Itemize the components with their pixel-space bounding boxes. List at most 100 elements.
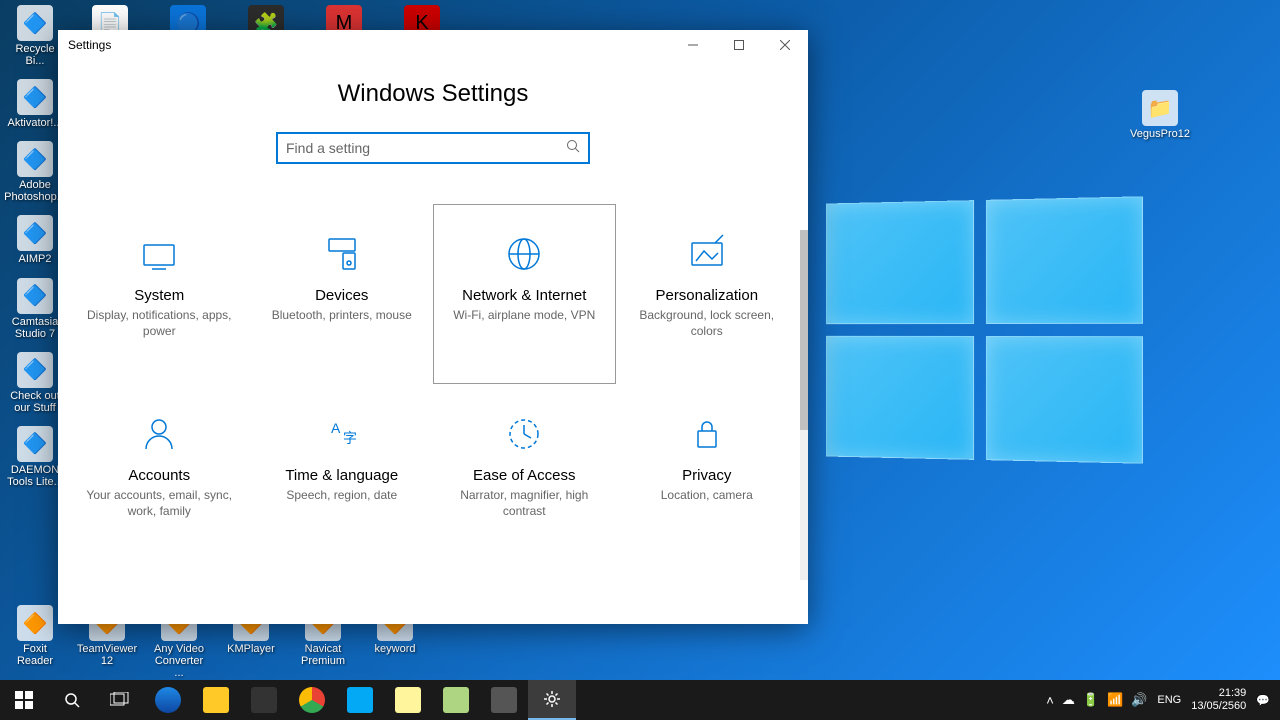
search-taskbar-button[interactable] [48,680,96,720]
desktop-icon[interactable]: 🔶Foxit Reader [5,605,65,679]
scroll-thumb[interactable] [800,230,808,430]
scrollbar[interactable] [800,230,808,580]
tile-title: Accounts [128,467,190,484]
svg-text:字: 字 [343,430,357,446]
volume-icon[interactable]: 🔊 [1131,692,1147,708]
maximize-button[interactable] [716,30,762,60]
desktop-icon-label: TeamViewer 12 [77,643,137,667]
settings-tile-devices[interactable]: Devices Bluetooth, printers, mouse [251,204,434,384]
minimize-button[interactable] [670,30,716,60]
notifications-icon[interactable]: 💬 [1256,694,1270,707]
ease-of-access-icon [503,413,545,455]
tray-icons[interactable]: ˄ ☁ 🔋 📶 🔊 [1046,692,1147,708]
tile-desc: Speech, region, date [286,488,397,504]
language-icon: A字 [321,413,363,455]
taskbar-app[interactable] [384,680,432,720]
tile-desc: Your accounts, email, sync, work, family [81,488,238,519]
tile-title: Network & Internet [462,287,586,304]
person-icon [138,413,180,455]
desktop-icon[interactable]: 🔷 AIMP2 [5,215,65,265]
desktop-icon-label: Aktivator!... [7,117,62,129]
desktop-icon-label: Navicat Premium [293,643,353,667]
desktop-icon-label: DAEMON Tools Lite... [5,464,65,488]
desktop-icon-veguspro[interactable]: 📁 VegusPro12 [1130,90,1190,140]
desktop-icon[interactable]: 🔷DAEMON Tools Lite... [5,426,65,488]
clock-time: 21:39 [1191,687,1246,700]
maximize-icon [734,40,744,50]
app-icon: 🔷 [17,352,53,388]
taskbar: ˄ ☁ 🔋 📶 🔊 ENG 21:39 13/05/2560 💬 [0,680,1280,720]
task-view-icon [110,692,130,708]
close-icon [780,40,790,50]
taskbar-app-settings[interactable] [528,680,576,720]
desktop-icon[interactable]: 🔷Check out our Stuff [5,352,65,414]
search-icon [63,691,81,709]
desktop-icon-label: keyword [375,643,416,655]
clock-date: 13/05/2560 [1191,700,1246,713]
search-box[interactable] [276,132,590,164]
desktop-icon[interactable]: 🔷 Aktivator!... [5,79,65,129]
page-title: Windows Settings [338,80,529,108]
tile-desc: Narrator, magnifier, high contrast [446,488,603,519]
app-icon: 🔷 [17,215,53,251]
settings-tile-privacy[interactable]: Privacy Location, camera [616,384,799,564]
settings-tile-system[interactable]: System Display, notifications, apps, pow… [68,204,251,384]
wifi-icon[interactable]: 📶 [1107,692,1123,708]
app-icon: 🔷 [17,426,53,462]
search-icon [566,139,580,158]
app-icon: 🔷 [17,79,53,115]
desktop-icon-label: VegusPro12 [1130,128,1190,140]
globe-icon [503,233,545,275]
start-button[interactable] [0,680,48,720]
settings-tile-time-language[interactable]: A字 Time & language Speech, region, date [251,384,434,564]
language-indicator[interactable]: ENG [1157,694,1181,706]
taskbar-app-explorer[interactable] [192,680,240,720]
titlebar[interactable]: Settings [58,30,808,60]
taskbar-app-edge[interactable] [144,680,192,720]
desktop-icon-label: Camtasia Studio 7 [5,316,65,340]
chevron-up-icon[interactable]: ˄ [1046,693,1054,708]
taskbar-app[interactable] [336,680,384,720]
app-icon: 🔷 [17,141,53,177]
settings-tile-ease-of-access[interactable]: Ease of Access Narrator, magnifier, high… [433,384,616,564]
desktop-icon-label: KMPlayer [227,643,275,655]
taskbar-app-chrome[interactable] [288,680,336,720]
system-tray: ˄ ☁ 🔋 📶 🔊 ENG 21:39 13/05/2560 💬 [1046,687,1280,713]
close-button[interactable] [762,30,808,60]
desktop-icon[interactable]: 🔷Adobe Photoshop... [5,141,65,203]
windows-icon [15,691,33,709]
settings-tile-personalization[interactable]: Personalization Background, lock screen,… [616,204,799,384]
windows-logo-wallpaper [826,196,1143,463]
taskbar-app[interactable] [432,680,480,720]
taskbar-app-store[interactable] [240,680,288,720]
tile-title: Devices [315,287,368,304]
devices-icon [321,233,363,275]
desktop-icon-label: Adobe Photoshop... [4,179,66,203]
battery-icon[interactable]: 🔋 [1083,692,1099,708]
display-icon [138,233,180,275]
task-view-button[interactable] [96,680,144,720]
onedrive-icon[interactable]: ☁ [1062,692,1075,708]
app-icon: 🔶 [17,605,53,641]
app-icon: 🔷 [17,5,53,41]
desktop-icon-label: Any Video Converter ... [149,643,209,679]
settings-window: Settings Windows Settings System Displa [58,30,808,624]
svg-text:A: A [331,420,341,436]
tile-title: Personalization [655,287,758,304]
tile-desc: Background, lock screen, colors [629,308,786,339]
settings-tile-network-internet[interactable]: Network & Internet Wi-Fi, airplane mode,… [433,204,616,384]
desktop-icon[interactable]: 🔷Recycle Bi... [5,5,65,67]
settings-tile-accounts[interactable]: Accounts Your accounts, email, sync, wor… [68,384,251,564]
desktop-icon[interactable]: 🔷Camtasia Studio 7 [5,278,65,340]
window-title: Settings [68,38,111,52]
taskbar-app[interactable] [480,680,528,720]
lock-icon [686,413,728,455]
taskbar-clock[interactable]: 21:39 13/05/2560 [1191,687,1246,713]
search-input[interactable] [286,140,566,156]
tile-title: Privacy [682,467,731,484]
personalization-icon [686,233,728,275]
tile-title: System [134,287,184,304]
desktop-icon-label: AIMP2 [18,253,51,265]
tile-desc: Location, camera [661,488,753,504]
desktop-icon-label: Foxit Reader [5,643,65,667]
